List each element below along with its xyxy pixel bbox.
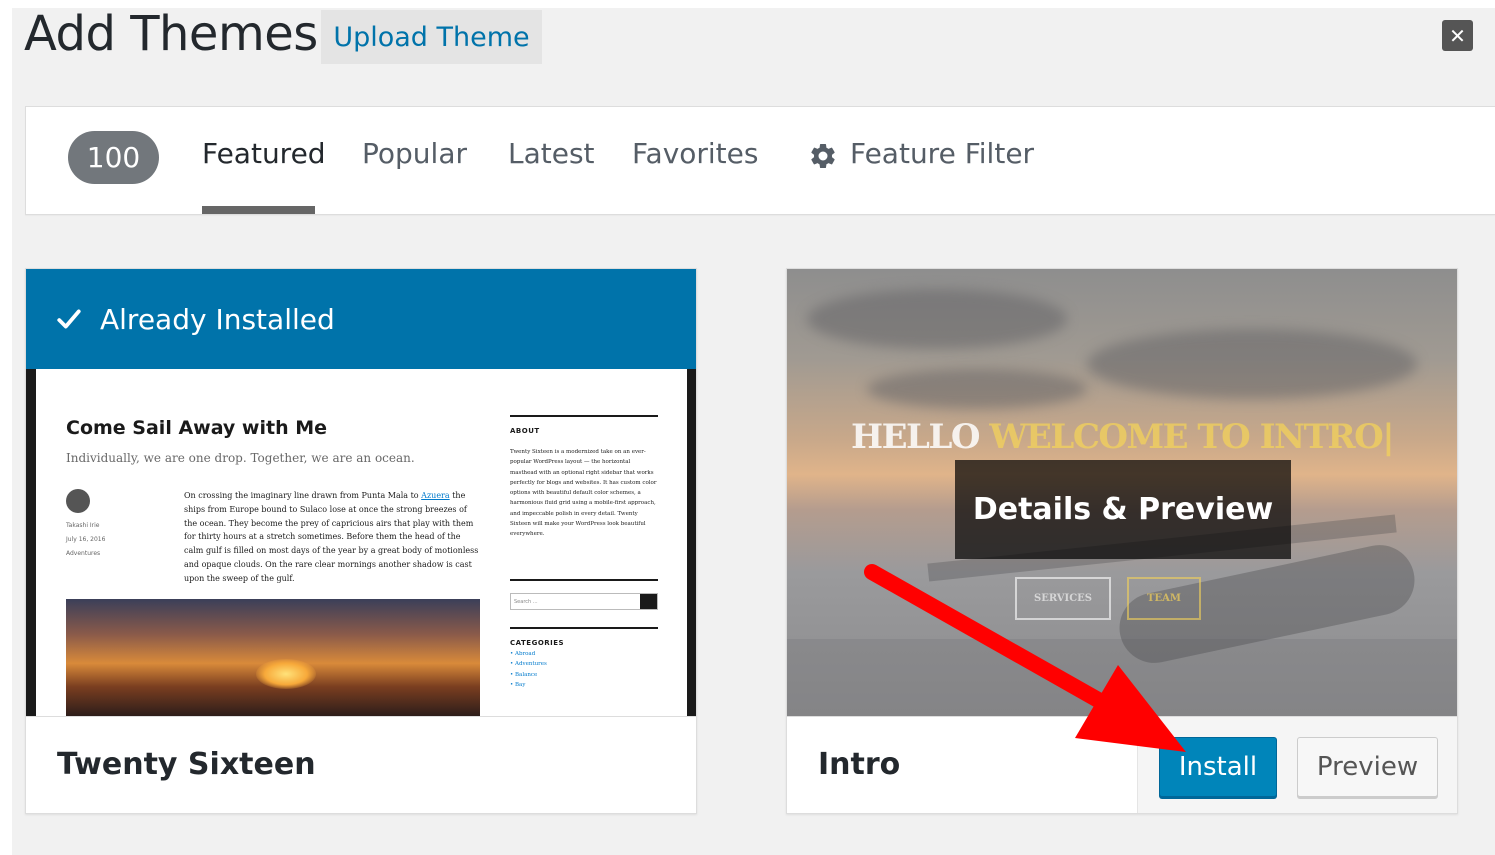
theme-screenshot[interactable]: Come Sail Away with Me Individually, we … (26, 369, 696, 716)
screenshot-team-button: TEAM (1127, 577, 1201, 620)
theme-screenshot-page: Come Sail Away with Me Individually, we … (36, 369, 687, 716)
runway-ground (787, 639, 1457, 716)
list-item: • Abroad (510, 651, 536, 657)
screenshot-search-input: Search ... (510, 593, 658, 610)
list-item: • Adventures (510, 661, 547, 668)
upload-theme-button[interactable]: Upload Theme (321, 10, 542, 64)
search-icon (640, 594, 657, 609)
hero-word-welcome: WELCOME TO INTRO| (989, 417, 1394, 457)
tab-favorites[interactable]: Favorites (632, 137, 758, 170)
theme-name: Intro (818, 747, 901, 782)
list-item: • Balance (510, 671, 538, 678)
screenshot-services-button: SERVICES (1015, 577, 1111, 620)
theme-screenshot[interactable]: HELLO WELCOME TO INTRO| SERVICES TEAM De… (787, 269, 1457, 716)
theme-count-badge: 100 (68, 131, 159, 184)
tab-popular[interactable]: Popular (362, 137, 467, 170)
hero-word-hello: HELLO (851, 417, 980, 457)
screenshot-category: Adventures (66, 550, 101, 557)
page-title: Add Themes (24, 6, 318, 62)
sidebar-rule (510, 579, 658, 581)
screenshot-site-title: Come Sail Away with Me (66, 417, 328, 439)
install-button[interactable]: Install (1159, 737, 1277, 797)
screenshot-sunset-image (66, 599, 480, 716)
sidebar-rule (510, 415, 658, 417)
feature-filter-link[interactable]: Feature Filter (850, 137, 1034, 170)
screenshot-author: Takashi Irie (66, 522, 100, 529)
sidebar-rule (510, 627, 658, 629)
sidebar-about-heading: ABOUT (510, 427, 540, 435)
screenshot-body-text: On crossing the imaginary line drawn fro… (184, 491, 422, 500)
screenshot-body-link: Azuera (421, 491, 450, 500)
theme-card-footer: Intro Install Preview (787, 716, 1457, 813)
already-installed-banner: Already Installed (26, 269, 696, 369)
theme-card-intro[interactable]: HELLO WELCOME TO INTRO| SERVICES TEAM De… (786, 268, 1458, 814)
screenshot-body-text-rest: the ships from Europe bound to Sulaco lo… (184, 491, 479, 583)
tab-featured[interactable]: Featured (202, 137, 326, 170)
search-placeholder: Search ... (514, 599, 538, 605)
theme-card-twenty-sixteen[interactable]: Already Installed Come Sail Away with Me… (25, 268, 697, 814)
sidebar-categories-heading: CATEGORIES (510, 639, 565, 647)
list-item: • Bay (510, 681, 526, 688)
screenshot-date: July 16, 2016 (66, 536, 106, 543)
tab-latest[interactable]: Latest (508, 137, 595, 170)
screenshot-post-body: On crossing the imaginary line drawn fro… (184, 489, 482, 586)
sun-graphic (256, 659, 316, 689)
already-installed-label: Already Installed (100, 302, 335, 336)
sidebar-about-text: Twenty Sixteen is a modernized take on a… (510, 449, 657, 538)
checkmark-icon (57, 309, 81, 329)
theme-card-footer: Twenty Sixteen (26, 716, 696, 813)
active-tab-indicator (202, 206, 315, 214)
close-icon[interactable]: ✕ (1442, 20, 1473, 51)
cloud-shape (807, 289, 1067, 349)
theme-name: Twenty Sixteen (57, 747, 316, 782)
details-preview-button[interactable]: Details & Preview (955, 460, 1291, 559)
screenshot-tagline: Individually, we are one drop. Together,… (66, 451, 415, 465)
screenshot-hero-heading: HELLO WELCOME TO INTRO| (851, 417, 1395, 457)
cloud-shape (1087, 329, 1417, 399)
screenshot-sidebar-search-rule (510, 579, 658, 591)
screenshot-category-list: • Abroad • Adventures • Balance • Bay (510, 649, 547, 690)
gear-icon[interactable] (808, 141, 838, 171)
preview-button[interactable]: Preview (1297, 737, 1438, 797)
avatar (66, 489, 90, 513)
screenshot-post-meta: Takashi Irie July 16, 2016 Adventures (66, 519, 126, 561)
theme-filter-bar: 100 Featured Popular Latest Favorites Fe… (25, 106, 1495, 215)
screenshot-sidebar-about: ABOUT Twenty Sixteen is a modernized tak… (510, 415, 658, 540)
cloud-shape (867, 369, 1087, 409)
